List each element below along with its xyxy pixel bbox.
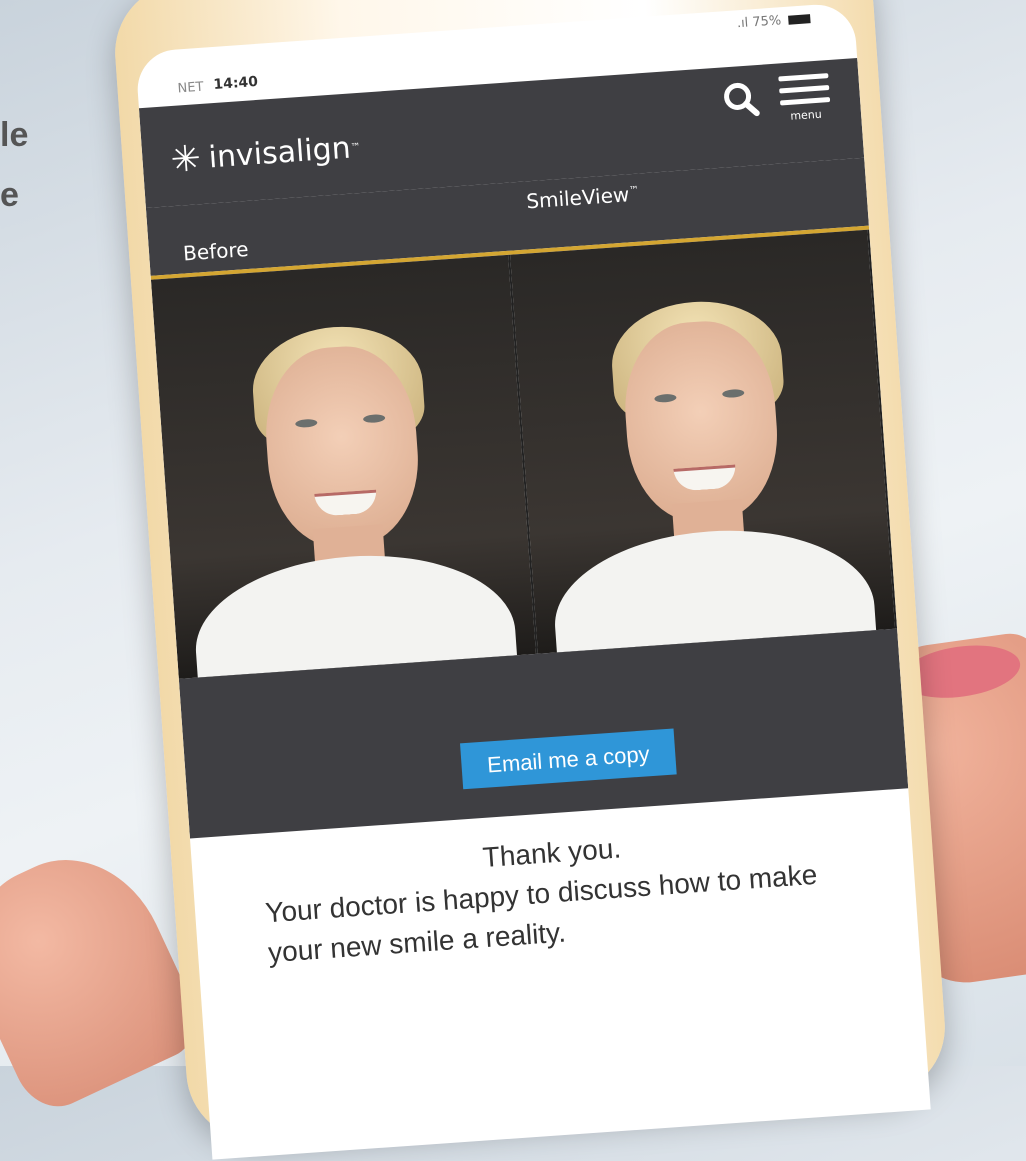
search-icon-svg [724, 82, 760, 117]
brand-name: invisalign [207, 130, 352, 176]
phone-screen: NET 14:40 .ıl 75% ✳ invisalign ™ menu Be… [135, 2, 931, 1160]
clock: 14:40 [212, 73, 259, 93]
comparison-photos [150, 229, 898, 679]
hamburger-icon-bar [779, 85, 830, 94]
logo-star-icon: ✳ [169, 138, 203, 182]
after-photo [510, 229, 898, 654]
email-copy-button[interactable]: Email me a copy [460, 728, 677, 790]
smileview-mark: ™ [628, 184, 640, 197]
battery-icon [788, 14, 811, 25]
background-text-line: le [0, 116, 29, 154]
background-text-line: e [0, 176, 19, 214]
menu-label: menu [789, 107, 823, 123]
before-label: Before [182, 236, 250, 266]
menu-button[interactable]: menu [778, 66, 832, 123]
phone: NET 14:40 .ıl 75% ✳ invisalign ™ menu Be… [110, 0, 950, 1160]
smileview-name: SmileView [525, 182, 631, 214]
smileview-label: SmileView™ [525, 182, 640, 214]
search-icon[interactable] [720, 79, 761, 129]
signal-icon: .ıl [736, 15, 749, 32]
status-right: .ıl 75% [736, 11, 811, 32]
carrier-label: NET [177, 79, 205, 97]
hamburger-icon-bar [779, 97, 831, 106]
before-photo [150, 254, 538, 679]
hamburger-icon-bar [778, 73, 829, 82]
brand-logo[interactable]: ✳ invisalign ™ [169, 127, 362, 181]
battery-percent: 75% [751, 13, 782, 31]
brand-mark: ™ [350, 141, 361, 154]
